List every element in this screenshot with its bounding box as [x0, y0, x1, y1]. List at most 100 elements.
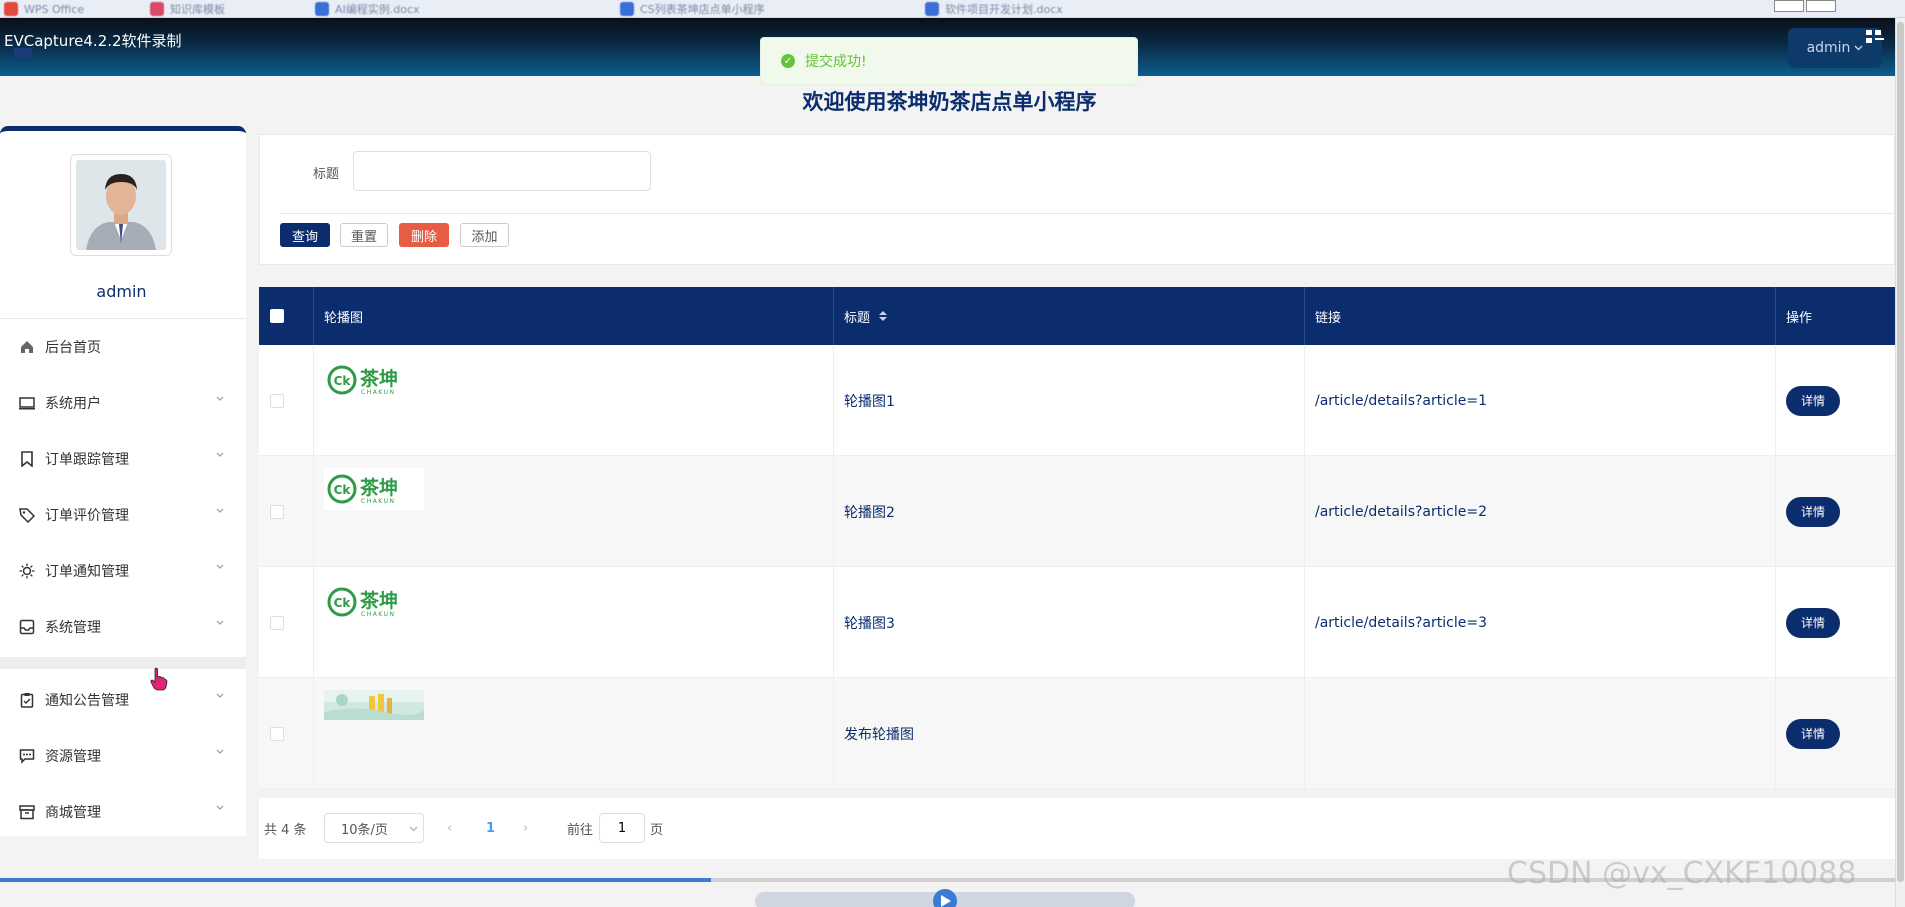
add-button[interactable]: 添加	[460, 223, 509, 247]
action-cell: 详情	[1776, 678, 1895, 789]
sidebar-item-label: 订单通知管理	[45, 564, 129, 580]
chevron-down-icon	[216, 564, 224, 569]
doc-icon	[620, 2, 634, 16]
link-cell: /article/details?article=3	[1305, 567, 1776, 678]
maximize-button[interactable]	[1806, 0, 1836, 12]
doc-icon	[315, 2, 329, 16]
logo-sub-text: CHAKUN	[361, 498, 395, 505]
sidebar-item-label: 系统用户	[45, 396, 101, 412]
chakun-logo-image: Ck 茶坤 CHAKUN	[327, 587, 398, 618]
table-row: Ck 茶坤 CHAKUN 轮播图1 /article/details?artic…	[259, 345, 1895, 456]
check-icon: ✓	[781, 54, 795, 68]
action-cell: 详情	[1776, 567, 1895, 678]
admin-label: admin	[1806, 40, 1851, 56]
sidebar-item-order-tracking[interactable]: 订单跟踪管理	[0, 436, 246, 482]
sidebar-item-resources[interactable]: 资源管理	[0, 733, 246, 779]
scrollbar-thumb[interactable]	[1897, 22, 1904, 882]
toast-message: 提交成功!	[805, 54, 867, 70]
sidebar-item-order-notice[interactable]: 订单通知管理	[0, 548, 246, 594]
column-header-title[interactable]: 标题	[834, 287, 1305, 345]
row-checkbox[interactable]	[270, 726, 284, 741]
query-button[interactable]: 查询	[280, 223, 330, 247]
taskbar-tab[interactable]: 知识库模板	[150, 2, 225, 16]
clipboard-icon	[18, 691, 36, 709]
sidebar-item-announcements[interactable]: 通知公告管理	[0, 677, 246, 723]
sidebar-item-home[interactable]: 后台首页	[0, 324, 246, 370]
sidebar-item-system-management[interactable]: 系统管理	[0, 604, 246, 650]
detail-button[interactable]: 详情	[1786, 607, 1840, 638]
action-cell: 详情	[1776, 456, 1895, 567]
logo-brand-text: 茶坤	[360, 367, 398, 390]
chevron-down-icon	[216, 452, 224, 457]
row-checkbox[interactable]	[270, 393, 284, 408]
search-panel: 标题 查询 重置 删除 添加	[259, 134, 1896, 265]
image-cell	[314, 678, 834, 789]
taskbar-tab[interactable]: AI编程实例.docx	[315, 2, 420, 16]
chevron-down-icon	[1854, 45, 1863, 51]
sidebar-item-order-review[interactable]: 订单评价管理	[0, 492, 246, 538]
page-scrollbar[interactable]	[1895, 18, 1905, 907]
os-taskbar: WPS Office 知识库模板 AI编程实例.docx CS列表茶坤店点单小程…	[0, 0, 1905, 18]
detail-button[interactable]: 详情	[1786, 718, 1840, 749]
avatar	[70, 154, 172, 256]
search-title-input[interactable]	[353, 151, 651, 191]
logo-mark-text: Ck	[334, 483, 352, 497]
sidebar: admin 后台首页 系统用户 订单跟踪管理 订单评价管理 订单通知管理 系统管…	[0, 126, 246, 836]
logo-icon	[14, 48, 32, 58]
table-row: 发布轮播图 详情	[259, 678, 1895, 789]
video-player-controls[interactable]	[700, 886, 1200, 907]
sidebar-username: admin	[96, 282, 147, 301]
sort-icon[interactable]	[878, 310, 888, 322]
divider	[0, 318, 246, 319]
search-title-label: 标题	[313, 167, 340, 182]
delete-button[interactable]: 删除	[399, 223, 449, 247]
image-cell: Ck 茶坤 CHAKUN	[314, 345, 834, 456]
minimize-button[interactable]	[1774, 0, 1804, 12]
chevron-down-icon	[216, 693, 224, 698]
table-header: 轮播图 标题 链接 操作	[259, 287, 1895, 345]
reset-button[interactable]: 重置	[340, 223, 388, 247]
sidebar-item-label: 资源管理	[45, 749, 101, 765]
row-checkbox[interactable]	[270, 504, 284, 519]
pagination-total: 共 4 条	[264, 823, 307, 838]
title-cell: 发布轮播图	[834, 678, 1305, 789]
page-title: 欢迎使用茶坤奶茶店点单小程序	[802, 90, 1097, 114]
sidebar-item-label: 后台首页	[45, 340, 101, 356]
fullscreen-icon[interactable]	[1866, 30, 1884, 44]
chat-icon	[18, 747, 36, 765]
page-number-current[interactable]: 1	[486, 821, 495, 836]
goto-page-input[interactable]	[599, 813, 645, 843]
sidebar-item-label: 系统管理	[45, 620, 101, 636]
sun-icon	[18, 562, 36, 580]
title-cell: 轮播图2	[834, 456, 1305, 567]
logo-mark-text: Ck	[334, 596, 352, 610]
detail-button[interactable]: 详情	[1786, 496, 1840, 527]
sidebar-item-mall[interactable]: 商城管理	[0, 789, 246, 835]
person-photo-icon	[76, 160, 166, 250]
link-cell: /article/details?article=2	[1305, 456, 1776, 567]
taskbar-tab[interactable]: CS列表茶坤店点单小程序	[620, 2, 765, 16]
sidebar-item-label: 通知公告管理	[45, 693, 129, 709]
action-cell: 详情	[1776, 345, 1895, 456]
taskbar-tab[interactable]: WPS Office	[4, 2, 84, 16]
page-size-select[interactable]: 10条/页	[324, 813, 424, 843]
taskbar-tab[interactable]: 软件项目开发计划.docx	[925, 2, 1063, 16]
watermark: CSDN @vx_CXKF10088	[1507, 856, 1857, 891]
doc-icon	[925, 2, 939, 16]
select-all-cell	[259, 287, 314, 345]
detail-button[interactable]: 详情	[1786, 385, 1840, 416]
select-all-checkbox[interactable]	[270, 309, 284, 323]
close-button[interactable]	[1862, 0, 1892, 12]
sidebar-item-system-users[interactable]: 系统用户	[0, 380, 246, 426]
menu-separator	[0, 657, 246, 669]
divider	[280, 213, 1896, 214]
table-row: Ck 茶坤 CHAKUN 轮播图3 /article/details?artic…	[259, 567, 1895, 678]
image-cell: Ck 茶坤 CHAKUN	[314, 567, 834, 678]
row-checkbox[interactable]	[270, 615, 284, 630]
title-cell: 轮播图3	[834, 567, 1305, 678]
inbox-icon	[18, 618, 36, 636]
monitor-icon	[18, 394, 36, 412]
prev-page-button[interactable]: ‹	[447, 821, 452, 836]
next-page-button[interactable]: ›	[523, 821, 528, 836]
chevron-down-icon	[216, 805, 224, 810]
